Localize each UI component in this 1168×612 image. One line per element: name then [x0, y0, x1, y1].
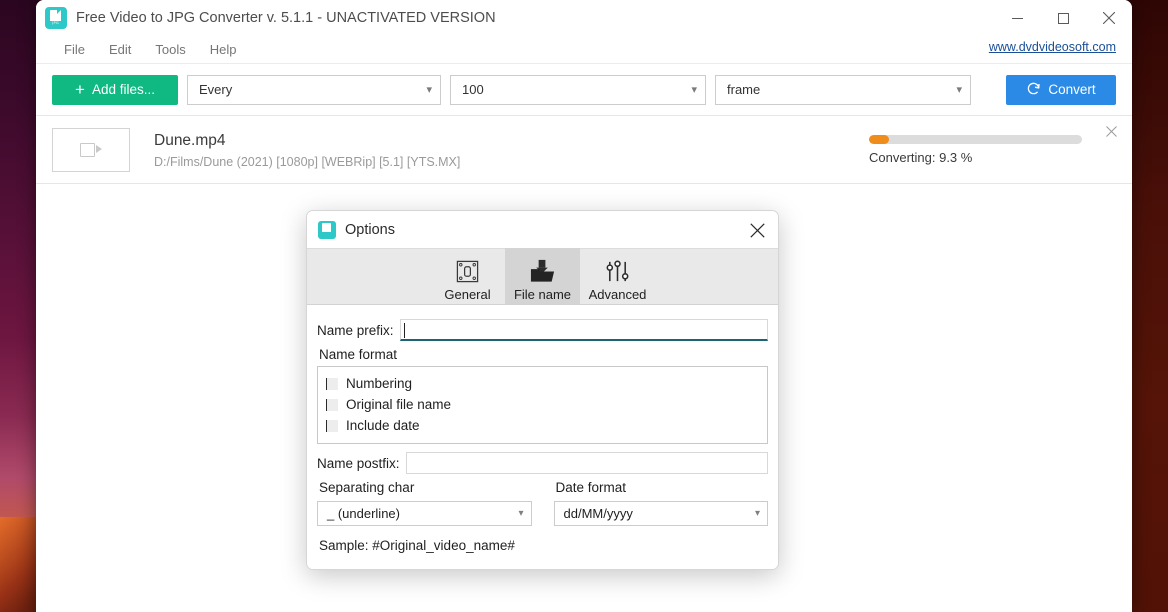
- minimize-icon[interactable]: [994, 0, 1040, 36]
- dialog-title-bar: Options: [307, 211, 778, 248]
- name-prefix-label: Name prefix:: [317, 322, 394, 338]
- name-format-label: Name format: [319, 347, 398, 362]
- chevron-down-icon: ▾: [956, 84, 962, 96]
- count-select[interactable]: 100 ▾: [450, 74, 706, 105]
- chevron-down-icon: ▾: [518, 508, 524, 519]
- file-name: Dune.mp4: [154, 131, 226, 149]
- date-format-select[interactable]: dd/MM/yyyy ▾: [553, 501, 768, 526]
- convert-label: Convert: [1048, 82, 1096, 97]
- checkbox-numbering[interactable]: Numbering: [318, 373, 767, 394]
- jpg-document-icon: [318, 220, 336, 239]
- date-format-value: dd/MM/yyyy: [563, 506, 633, 521]
- jpg-document-icon: JPG: [45, 7, 67, 29]
- file-path: D:/Films/Dune (2021) [1080p] [WEBRip] [5…: [154, 154, 461, 169]
- desktop: JPG Free Video to JPG Converter v. 5.1.1…: [0, 0, 1168, 612]
- separating-char-label: Separating char: [319, 480, 415, 495]
- app-icon-label: JPG: [50, 20, 61, 26]
- close-icon[interactable]: [1086, 0, 1132, 36]
- checkbox-icon: [326, 419, 338, 432]
- window-controls: [994, 0, 1132, 36]
- file-meta: Dune.mp4 D:/Films/Dune (2021) [1080p] [W…: [154, 131, 460, 169]
- name-format-checklist: Numbering Original file name Include dat…: [317, 366, 768, 444]
- checkbox-include-date[interactable]: Include date: [318, 415, 767, 436]
- sliders-icon: [605, 256, 630, 286]
- checkbox-original-file-name-label: Original file name: [346, 397, 452, 412]
- checkbox-icon: [326, 398, 338, 411]
- separating-char-value: _ (underline): [327, 506, 400, 521]
- dialog-close-icon[interactable]: [746, 219, 768, 241]
- checkbox-numbering-label: Numbering: [346, 376, 413, 391]
- tab-file-name-label: File name: [513, 287, 572, 302]
- dialog-body: Name prefix: Name format Numbering Origi…: [307, 305, 778, 569]
- mode-select[interactable]: Every ▾: [187, 74, 441, 105]
- menu-item-tools[interactable]: Tools: [143, 39, 197, 60]
- plus-icon: +: [75, 80, 85, 99]
- tab-advanced[interactable]: Advanced: [580, 248, 655, 304]
- selects-row: Separating char _ (underline) ▾ Date for…: [317, 480, 768, 526]
- progress-bar-fill: [869, 134, 889, 144]
- count-select-value: 100: [462, 82, 484, 97]
- unit-select[interactable]: frame ▾: [715, 74, 971, 105]
- date-format-label: Date format: [555, 480, 627, 495]
- table-row[interactable]: Dune.mp4 D:/Films/Dune (2021) [1080p] [W…: [36, 116, 1132, 184]
- wallpaper-left: [0, 0, 40, 612]
- chevron-down-icon: ▾: [754, 508, 760, 519]
- window-title: Free Video to JPG Converter v. 5.1.1 - U…: [76, 10, 496, 26]
- sample-text: Sample: #Original_video_name#: [319, 538, 515, 553]
- save-to-folder-icon: [529, 256, 556, 286]
- menu-item-help[interactable]: Help: [198, 39, 249, 60]
- file-list: Dune.mp4 D:/Films/Dune (2021) [1080p] [W…: [36, 116, 1132, 184]
- progress-bar: [869, 134, 1082, 144]
- application-window: JPG Free Video to JPG Converter v. 5.1.1…: [36, 0, 1132, 612]
- name-postfix-row: Name postfix:: [317, 452, 768, 474]
- status-text: Converting: 9.3 %: [869, 149, 973, 165]
- wallpaper-right: [1128, 0, 1168, 612]
- chevron-down-icon: ▾: [426, 84, 432, 96]
- tab-file-name[interactable]: File name: [505, 248, 580, 304]
- tab-advanced-label: Advanced: [588, 287, 647, 302]
- title-bar: JPG Free Video to JPG Converter v. 5.1.1…: [36, 0, 1132, 36]
- dialog-tabs: General File name Advanced: [307, 248, 778, 305]
- progress-area: Converting: 9.3 %: [869, 134, 1082, 165]
- refresh-icon: [1026, 81, 1041, 99]
- checkbox-include-date-label: Include date: [346, 418, 420, 433]
- add-files-button[interactable]: + Add files...: [52, 74, 178, 105]
- video-thumbnail: [52, 127, 130, 172]
- chevron-down-icon: ▾: [691, 84, 697, 96]
- website-link[interactable]: www.dvdvideosoft.com: [989, 40, 1116, 54]
- tab-general-label: General: [444, 287, 491, 302]
- menu-item-edit[interactable]: Edit: [97, 39, 143, 60]
- checkbox-original-file-name[interactable]: Original file name: [318, 394, 767, 415]
- separating-char-group: Separating char _ (underline) ▾: [317, 480, 532, 526]
- name-prefix-input[interactable]: [399, 319, 768, 341]
- maximize-icon[interactable]: [1040, 0, 1086, 36]
- remove-file-button[interactable]: [1102, 124, 1120, 142]
- menu-bar: File Edit Tools Help www.dvdvideosoft.co…: [36, 36, 1132, 64]
- separating-char-select[interactable]: _ (underline) ▾: [317, 501, 532, 526]
- dialog-title: Options: [345, 221, 395, 238]
- options-dialog: Options General File name Advanced Name …: [306, 210, 779, 570]
- video-camera-icon: [80, 142, 102, 157]
- menu-item-file[interactable]: File: [52, 39, 97, 60]
- name-postfix-input[interactable]: [405, 452, 768, 474]
- name-prefix-row: Name prefix:: [317, 319, 768, 341]
- checkbox-icon: [326, 377, 338, 390]
- unit-select-value: frame: [727, 82, 761, 97]
- toolbar: + Add files... Every ▾ 100 ▾ frame ▾ Con…: [36, 64, 1132, 116]
- text-caret: [403, 323, 405, 338]
- date-format-group: Date format dd/MM/yyyy ▾: [553, 480, 768, 526]
- name-postfix-label: Name postfix:: [317, 455, 400, 471]
- tab-general[interactable]: General: [430, 248, 505, 304]
- add-files-label: Add files...: [91, 82, 155, 97]
- convert-button[interactable]: Convert: [1006, 74, 1116, 105]
- panel-screws-icon: [455, 256, 480, 286]
- mode-select-value: Every: [199, 82, 233, 97]
